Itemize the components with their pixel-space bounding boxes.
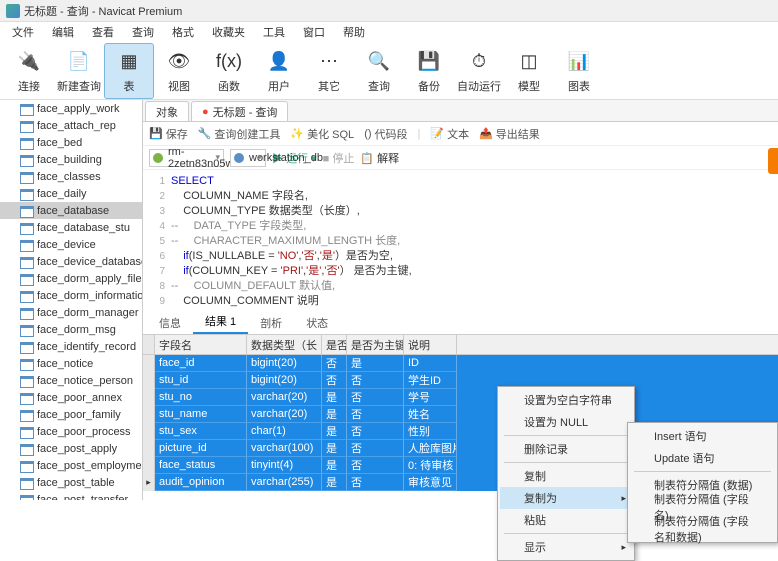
tab-query[interactable]: ●无标题 - 查询 xyxy=(191,101,288,121)
toolbar-用户[interactable]: 👤用户 xyxy=(254,43,304,99)
tab-objects[interactable]: 对象 xyxy=(145,101,189,121)
ctx-制表符分隔值 (字段名)[interactable]: 制表符分隔值 (字段名) xyxy=(630,496,775,518)
result-tab-1[interactable]: 结果 1 xyxy=(193,310,248,334)
result-tab-0[interactable]: 信息 xyxy=(147,312,193,334)
toolbar-备份[interactable]: 💾备份 xyxy=(404,43,454,99)
table-face_device[interactable]: face_device xyxy=(0,236,142,253)
context-submenu[interactable]: Insert 语句Update 语句制表符分隔值 (数据)制表符分隔值 (字段名… xyxy=(627,422,778,543)
ctx-复制为[interactable]: 复制为 xyxy=(500,487,632,509)
editor-tabs: 对象 ●无标题 - 查询 xyxy=(143,100,778,122)
toolbar-视图[interactable]: 👁视图 xyxy=(154,43,204,99)
table-face_post_apply[interactable]: face_post_apply xyxy=(0,440,142,457)
col-header[interactable]: 字段名 xyxy=(155,335,247,354)
menu-帮助[interactable]: 帮助 xyxy=(335,22,373,42)
ctx-Update 语句[interactable]: Update 语句 xyxy=(630,447,775,469)
toolbar-模型[interactable]: ◫模型 xyxy=(504,43,554,99)
table-face_classes[interactable]: face_classes xyxy=(0,168,142,185)
table-face_device_database[interactable]: face_device_database xyxy=(0,253,142,270)
window-title: 无标题 - 查询 - Navicat Premium xyxy=(24,3,182,19)
table-face_bed[interactable]: face_bed xyxy=(0,134,142,151)
menu-查询[interactable]: 查询 xyxy=(124,22,162,42)
ctx-复制[interactable]: 复制 xyxy=(500,465,632,487)
menu-bar: 文件编辑查看查询格式收藏夹工具窗口帮助 xyxy=(0,22,778,42)
ctx-Insert 语句[interactable]: Insert 语句 xyxy=(630,425,775,447)
table-face_notice[interactable]: face_notice xyxy=(0,355,142,372)
toolbar-函数[interactable]: f(x)函数 xyxy=(204,43,254,99)
menu-编辑[interactable]: 编辑 xyxy=(44,22,82,42)
object-sidebar[interactable]: face_apply_workface_attach_repface_bedfa… xyxy=(0,100,143,500)
toolbar-自动运行[interactable]: ⏱自动运行 xyxy=(454,43,504,99)
codeseg-button[interactable]: () 代码段 xyxy=(364,126,407,142)
query-builder-button[interactable]: 🔧 查询创建工具 xyxy=(198,126,281,142)
table-face_dorm_manager[interactable]: face_dorm_manager xyxy=(0,304,142,321)
table-face_database_stu[interactable]: face_database_stu xyxy=(0,219,142,236)
table-face_dorm_msg[interactable]: face_dorm_msg xyxy=(0,321,142,338)
table-face_dorm_apply_file[interactable]: face_dorm_apply_file xyxy=(0,270,142,287)
toolbar-新建查询[interactable]: 📄新建查询 xyxy=(54,43,104,99)
menu-窗口[interactable]: 窗口 xyxy=(295,22,333,42)
table-face_post_table[interactable]: face_post_table xyxy=(0,474,142,491)
result-tabs: 信息结果 1剖析状态 xyxy=(143,313,778,335)
toolbar-表[interactable]: ▦表 xyxy=(104,43,154,99)
app-icon xyxy=(6,4,20,18)
toolbar-图表[interactable]: 📊图表 xyxy=(554,43,604,99)
table-row[interactable]: stu_namevarchar(20)是否姓名 xyxy=(143,406,778,423)
table-face_notice_person[interactable]: face_notice_person xyxy=(0,372,142,389)
stop-button[interactable]: ■ 停止 xyxy=(323,150,355,166)
table-face_daily[interactable]: face_daily xyxy=(0,185,142,202)
ctx-设置为空白字符串[interactable]: 设置为空白字符串 xyxy=(500,389,632,411)
col-header[interactable]: 说明 xyxy=(404,335,457,354)
context-menu[interactable]: 设置为空白字符串设置为 NULL 删除记录复制复制为粘贴显示 xyxy=(497,386,635,561)
table-row[interactable]: stu_idbigint(20)否否学生ID xyxy=(143,372,778,389)
side-tag[interactable] xyxy=(768,148,778,174)
col-header[interactable]: 是否为空 xyxy=(322,335,347,354)
col-header[interactable]: 数据类型（长 xyxy=(247,335,322,354)
table-face_poor_annex[interactable]: face_poor_annex xyxy=(0,389,142,406)
result-tab-3[interactable]: 状态 xyxy=(294,312,340,334)
table-face_apply_work[interactable]: face_apply_work xyxy=(0,100,142,117)
text-button[interactable]: 📝 文本 xyxy=(430,126,469,142)
connection-row: rm-2zetn83n05wz7i workstation_db ▶ 运行 ▾ … xyxy=(143,146,778,170)
ctx-粘贴[interactable]: 粘贴 xyxy=(500,509,632,531)
table-row[interactable]: face_idbigint(20)否是ID xyxy=(143,355,778,372)
explain-button[interactable]: 📋 解释 xyxy=(360,150,399,166)
menu-工具[interactable]: 工具 xyxy=(255,22,293,42)
toolbar-连接[interactable]: 🔌连接 xyxy=(4,43,54,99)
server-combo[interactable]: rm-2zetn83n05wz7i xyxy=(149,149,224,167)
toolbar-查询[interactable]: 🔍查询 xyxy=(354,43,404,99)
result-tab-2[interactable]: 剖析 xyxy=(248,312,294,334)
sql-editor[interactable]: 1SELECT2 COLUMN_NAME 字段名,3 COLUMN_TYPE 数… xyxy=(143,170,778,313)
table-face_poor_process[interactable]: face_poor_process xyxy=(0,423,142,440)
main-toolbar: 🔌连接📄新建查询▦表👁视图f(x)函数👤用户⋯其它🔍查询💾备份⏱自动运行◫模型📊… xyxy=(0,42,778,100)
table-face_database[interactable]: face_database xyxy=(0,202,142,219)
export-button[interactable]: 📤 导出结果 xyxy=(479,126,540,142)
col-header[interactable]: 是否为主键 xyxy=(347,335,404,354)
table-face_post_transfer[interactable]: face_post_transfer xyxy=(0,491,142,500)
title-bar: 无标题 - 查询 - Navicat Premium xyxy=(0,0,778,22)
table-face_attach_rep[interactable]: face_attach_rep xyxy=(0,117,142,134)
ctx-设置为 NULL[interactable]: 设置为 NULL xyxy=(500,411,632,433)
database-combo[interactable]: workstation_db xyxy=(230,149,266,167)
ctx-制表符分隔值 (字段名和数据)[interactable]: 制表符分隔值 (字段名和数据) xyxy=(630,518,775,540)
menu-收藏夹[interactable]: 收藏夹 xyxy=(204,22,253,42)
table-face_identify_record[interactable]: face_identify_record xyxy=(0,338,142,355)
table-face_building[interactable]: face_building xyxy=(0,151,142,168)
ctx-显示[interactable]: 显示 xyxy=(500,536,632,558)
query-toolbar: 💾 保存 🔧 查询创建工具 ✨ 美化 SQL () 代码段 | 📝 文本 📤 导… xyxy=(143,122,778,146)
table-face_post_employmen[interactable]: face_post_employmen xyxy=(0,457,142,474)
table-row[interactable]: stu_novarchar(20)是否学号 xyxy=(143,389,778,406)
menu-查看[interactable]: 查看 xyxy=(84,22,122,42)
table-face_dorm_information[interactable]: face_dorm_information xyxy=(0,287,142,304)
toolbar-其它[interactable]: ⋯其它 xyxy=(304,43,354,99)
beautify-button[interactable]: ✨ 美化 SQL xyxy=(290,126,354,142)
table-face_poor_family[interactable]: face_poor_family xyxy=(0,406,142,423)
ctx-删除记录[interactable]: 删除记录 xyxy=(500,438,632,460)
menu-格式[interactable]: 格式 xyxy=(164,22,202,42)
menu-文件[interactable]: 文件 xyxy=(4,22,42,42)
save-button[interactable]: 💾 保存 xyxy=(149,126,188,142)
